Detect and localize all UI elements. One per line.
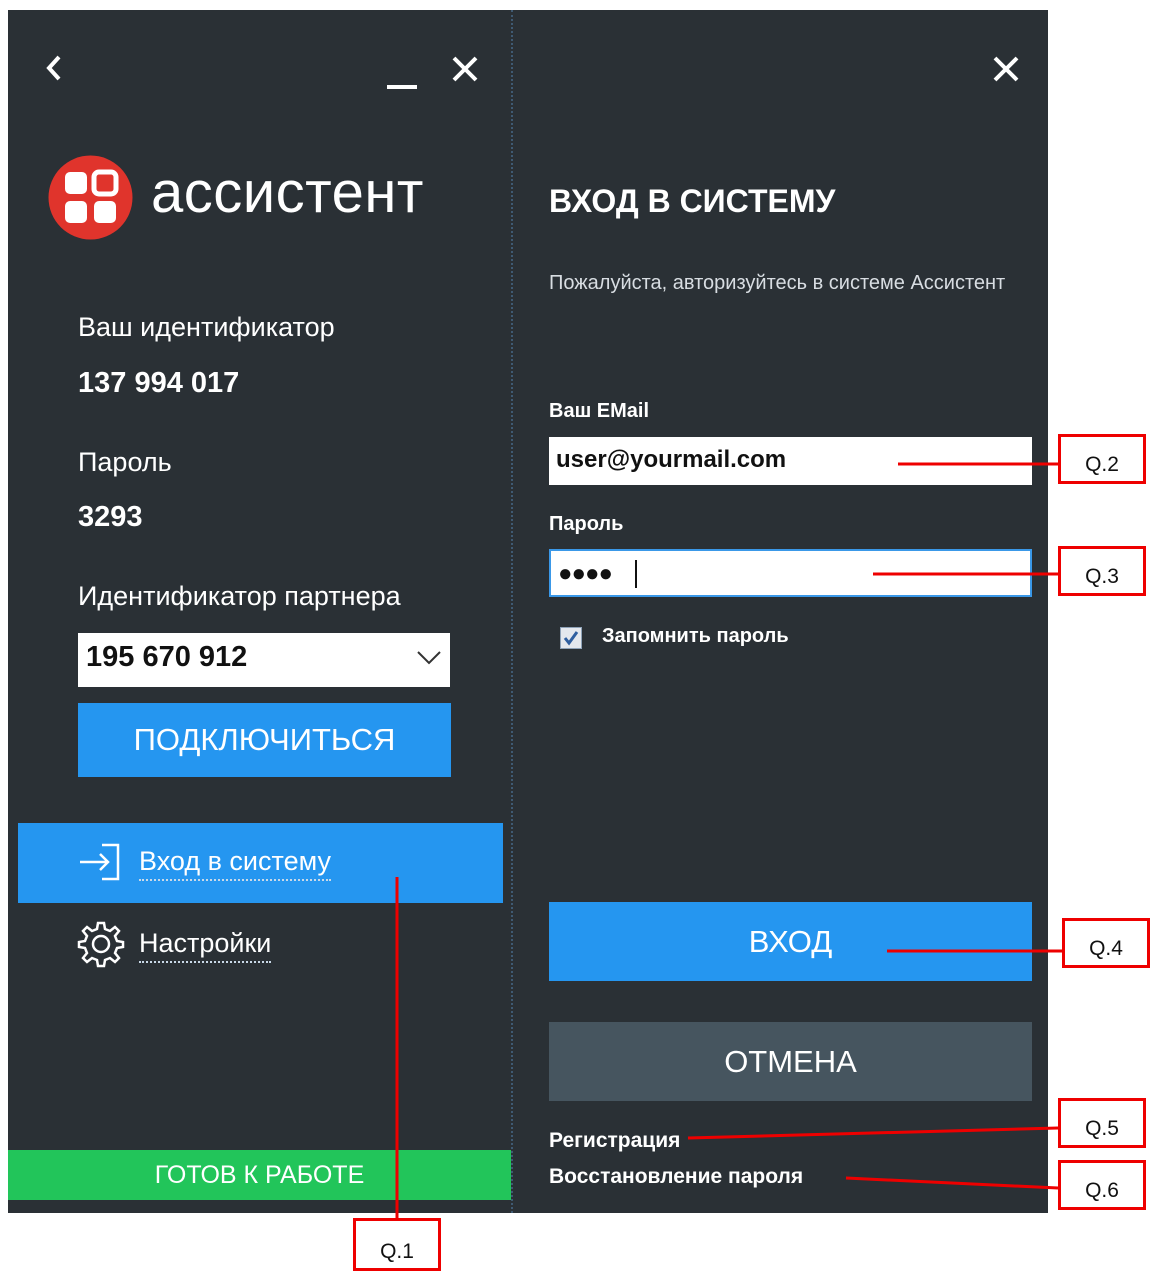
partner-id-combobox[interactable]: 195 670 912: [78, 633, 450, 687]
panel-close-button[interactable]: [992, 55, 1020, 88]
password-field-label: Пароль: [549, 513, 624, 535]
menu-item-login-label: Вход в систему: [139, 846, 331, 881]
close-button[interactable]: [451, 55, 479, 88]
connect-button[interactable]: ПОДКЛЮЧИТЬСЯ: [78, 703, 451, 777]
email-field[interactable]: user@yourmail.com: [549, 437, 1032, 485]
menu-item-settings-label: Настройки: [139, 928, 272, 963]
password-field-value: ●●●●: [558, 560, 613, 587]
id-label: Ваш идентификатор: [78, 312, 335, 342]
menu-item-login[interactable]: Вход в систему: [18, 823, 503, 903]
annotation-q6: Q.6: [1058, 1160, 1146, 1210]
checkbox-checked-icon: [563, 631, 579, 646]
register-link[interactable]: Регистрация: [549, 1129, 680, 1153]
annotation-q3: Q.3: [1058, 546, 1146, 596]
password-value: 3293: [78, 501, 143, 533]
remember-password-checkbox[interactable]: [560, 627, 582, 649]
restore-password-link[interactable]: Восстановление пароля: [549, 1165, 803, 1189]
remember-password-label: Запомнить пароль: [602, 625, 789, 647]
login-panel: ВХОД В СИСТЕМУ Пожалуйста, авторизуйтесь…: [513, 10, 1048, 1213]
minimize-icon: [387, 85, 417, 89]
panel-title: ВХОД В СИСТЕМУ: [549, 183, 836, 219]
text-cursor: [635, 560, 637, 588]
back-button[interactable]: [44, 54, 64, 87]
menu-item-settings[interactable]: Настройки: [18, 905, 503, 985]
email-value: user@yourmail.com: [556, 446, 787, 473]
close-icon: [452, 56, 478, 82]
gear-icon: [77, 921, 125, 968]
login-icon: [80, 843, 120, 881]
close-icon: [993, 56, 1019, 82]
annotation-q2: Q.2: [1058, 434, 1146, 484]
assistant-window: ассистент Ваш идентификатор 137 994 017 …: [8, 10, 1048, 1213]
minimize-button[interactable]: [386, 58, 418, 95]
panel-subtitle: Пожалуйста, авторизуйтесь в системе Асси…: [549, 272, 1006, 294]
left-panel: ассистент Ваш идентификатор 137 994 017 …: [8, 10, 511, 1213]
annotation-q1: Q.1: [353, 1218, 441, 1271]
password-label: Пароль: [78, 447, 172, 477]
app-logo-icon: [48, 155, 133, 240]
annotation-q5: Q.5: [1058, 1098, 1146, 1148]
brand-name: ассистент: [151, 160, 424, 225]
login-button[interactable]: ВХОД: [549, 902, 1032, 981]
cancel-button[interactable]: ОТМЕНА: [549, 1022, 1032, 1101]
chevron-down-icon[interactable]: [416, 649, 442, 667]
status-bar: ГОТОВ К РАБОТЕ: [8, 1150, 511, 1200]
partner-id-value: 195 670 912: [86, 641, 248, 673]
email-label: Ваш EMail: [549, 400, 650, 422]
annotation-q4: Q.4: [1062, 918, 1150, 968]
id-value: 137 994 017: [78, 367, 240, 399]
password-field[interactable]: ●●●●: [549, 549, 1032, 597]
partner-id-label: Идентификатор партнера: [78, 581, 401, 611]
back-icon: [46, 55, 61, 81]
